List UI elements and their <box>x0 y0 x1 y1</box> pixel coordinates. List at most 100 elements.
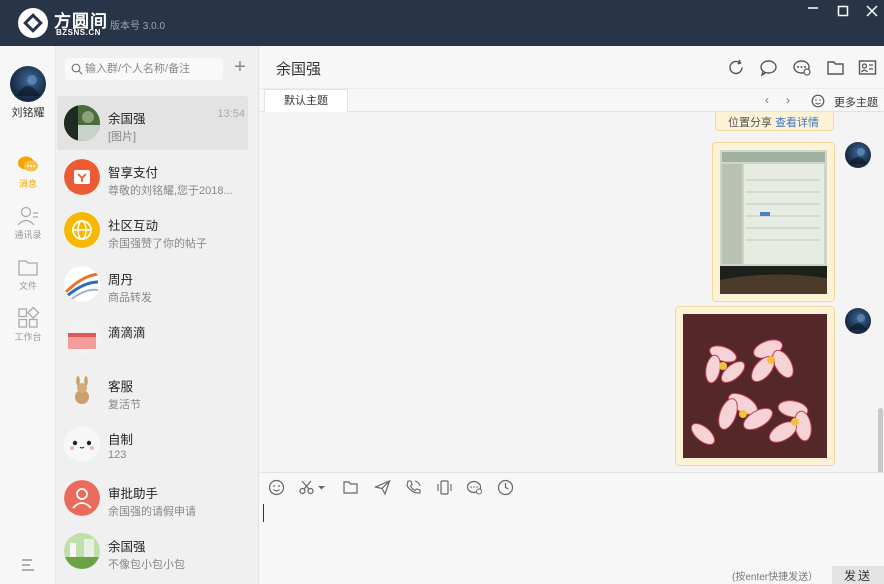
conversation-item[interactable]: 滴滴滴 <box>56 310 259 364</box>
conversation-preview: 123 <box>108 449 127 461</box>
file-icon[interactable] <box>342 479 359 496</box>
conversation-preview: 余国强赞了你的帖子 <box>108 238 207 250</box>
avatar <box>64 319 100 355</box>
avatar <box>64 426 100 462</box>
conversation-item[interactable]: 客服 复活节 <box>56 364 259 418</box>
close-icon[interactable] <box>862 4 882 20</box>
send-button[interactable]: 发送 <box>832 566 884 584</box>
view-details-link[interactable]: 查看详情 <box>775 117 819 129</box>
avatar <box>64 158 100 195</box>
chat-header: 余国强 <box>259 46 884 88</box>
conversation-name: 审批助手 <box>108 486 159 501</box>
search-input[interactable] <box>85 60 219 78</box>
topic-tabbar: 默认主题 ‹ › 更多主题 <box>259 88 884 113</box>
conversation-name: 余国强 <box>108 112 146 126</box>
conversation-name: 滴滴滴 <box>108 326 146 340</box>
conversation-name: 周丹 <box>108 272 134 287</box>
text-caret <box>263 504 264 522</box>
vibrate-icon[interactable] <box>436 479 453 496</box>
chevron-left-icon[interactable]: ‹ <box>760 93 774 107</box>
conversation-name: 余国强 <box>108 540 146 554</box>
avatar <box>64 265 100 302</box>
avatar <box>64 105 100 141</box>
minimize-icon[interactable] <box>803 4 823 20</box>
add-button[interactable]: + <box>230 57 250 78</box>
nav-label: 消息 <box>18 179 37 189</box>
conversation-item[interactable]: 余国强 不像包小包小包 <box>56 524 259 578</box>
conversation-time: 13:54 <box>217 108 245 120</box>
conversation-list: 余国强 [图片] 13:54 智享支付 尊敬的刘铭耀,您于2018... 社区互… <box>56 96 259 578</box>
clock-icon[interactable] <box>497 479 514 496</box>
contacts-icon <box>17 206 38 226</box>
image-message[interactable] <box>675 306 835 466</box>
scrollbar[interactable] <box>878 408 883 472</box>
chat-icon <box>18 156 38 172</box>
conversation-item[interactable]: 周丹 商品转发 <box>56 257 259 311</box>
conversation-preview: 尊敬的刘铭耀,您于2018... <box>108 184 233 197</box>
folder-icon[interactable] <box>826 59 845 76</box>
conversation-item[interactable]: 审批助手 余国强的请假申请 <box>56 471 259 525</box>
avatar <box>64 533 100 569</box>
send-hint: (按enter快捷发送） <box>732 572 819 583</box>
conversation-name: 智享支付 <box>108 165 159 180</box>
nav-label: 工作台 <box>14 332 42 342</box>
send-plane-icon[interactable] <box>374 479 391 496</box>
group-chat-icon[interactable] <box>792 59 811 76</box>
avatar[interactable] <box>845 142 871 168</box>
input-toolbar <box>259 472 884 500</box>
avatar[interactable] <box>845 308 871 334</box>
image-message[interactable] <box>712 142 835 302</box>
avatar[interactable] <box>10 66 46 102</box>
topic-icon[interactable] <box>811 94 825 108</box>
chat-title: 余国强 <box>276 61 322 78</box>
conversation-item[interactable]: 智享支付 尊敬的刘铭耀,您于2018... <box>56 150 259 204</box>
conversation-name: 客服 <box>108 379 134 394</box>
conversation-name: 自制 <box>108 433 134 447</box>
conversation-preview: 复活节 <box>108 398 141 411</box>
nav-messages[interactable]: 消息 <box>0 154 56 194</box>
message-input[interactable]: (按enter快捷发送） 发送 <box>259 500 884 584</box>
location-share-bubble: 位置分享 查看详情 <box>715 112 834 131</box>
conversation-preview: [图片] <box>108 131 137 143</box>
chat-bubble-icon[interactable] <box>759 59 778 76</box>
screenshot-thumbnail <box>720 150 827 294</box>
flower-photo <box>683 314 827 458</box>
search-icon <box>71 63 83 75</box>
conversation-preview: 商品转发 <box>108 291 152 304</box>
search-box <box>65 58 223 80</box>
emoji-icon[interactable] <box>268 479 285 496</box>
nav-workbench[interactable]: 工作台 <box>0 307 56 347</box>
conversation-preview: 不像包小包小包 <box>108 559 185 571</box>
conversation-item[interactable]: 社区互动 余国强赞了你的帖子 <box>56 203 259 257</box>
brand-domain: BZSNS.CN <box>56 28 101 37</box>
phone-call-icon[interactable] <box>405 479 422 496</box>
conversation-panel: + 余国强 [图片] 13:54 智享支付 尊敬的刘铭耀,您于2018... 社… <box>56 46 259 584</box>
more-topics-link[interactable]: 更多主题 <box>834 94 878 110</box>
avatar <box>64 479 100 516</box>
app-logo-icon <box>18 8 48 38</box>
message-list: 位置分享 查看详情 <box>259 112 884 472</box>
side-nav: 刘铭耀 消息 通讯录 文件 工作台 <box>0 46 56 584</box>
menu-icon[interactable] <box>20 558 36 572</box>
user-name: 刘铭耀 <box>11 107 45 119</box>
conversation-item[interactable]: 余国强 [图片] 13:54 <box>57 96 248 150</box>
contact-card-icon[interactable] <box>858 59 877 76</box>
chevron-right-icon[interactable]: › <box>781 93 795 107</box>
version-label: 版本号 3.0.0 <box>110 21 166 32</box>
screenshot-scissors-icon[interactable] <box>298 479 315 496</box>
conversation-preview: 余国强的请假申请 <box>108 505 196 518</box>
chat-area: 余国强 默认主题 ‹ › 更多主题 位置分享 查看详情 (按enter快捷发送）… <box>259 46 884 584</box>
nav-contacts[interactable]: 通讯录 <box>0 205 56 245</box>
location-share-label: 位置分享 <box>728 117 772 129</box>
conversation-item[interactable]: 自制 123 <box>56 417 259 471</box>
nav-label: 通讯录 <box>14 230 42 240</box>
nav-files[interactable]: 文件 <box>0 256 56 296</box>
maximize-icon[interactable] <box>833 4 853 20</box>
refresh-icon[interactable] <box>727 59 746 76</box>
title-bar: 方圆间 BZSNS.CN 版本号 3.0.0 <box>0 0 884 46</box>
apps-icon <box>18 307 40 328</box>
avatar <box>64 372 100 409</box>
tab-default-topic[interactable]: 默认主题 <box>264 89 348 113</box>
chevron-down-icon[interactable] <box>317 479 326 496</box>
chat-history-icon[interactable] <box>466 479 483 496</box>
